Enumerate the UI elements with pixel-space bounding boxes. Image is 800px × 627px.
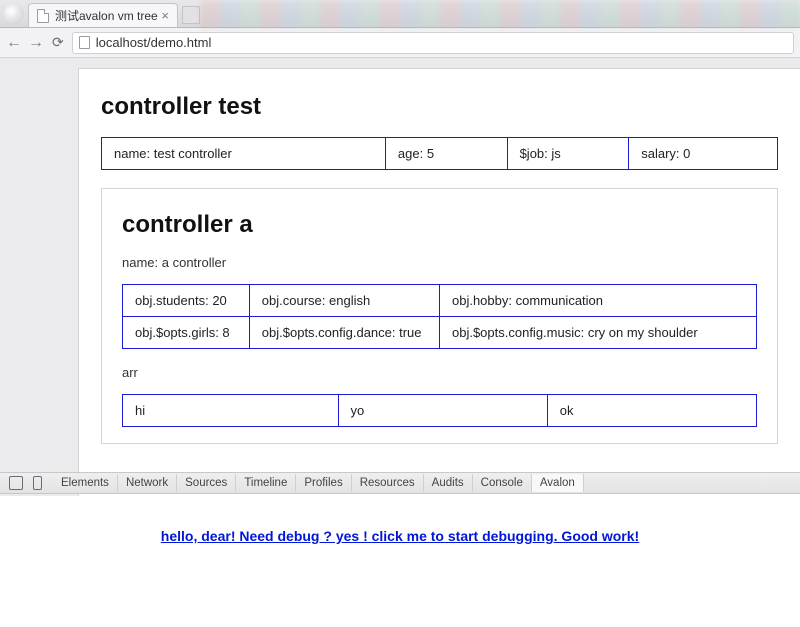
device-icon[interactable] (33, 476, 42, 490)
cell-name: name: test controller (102, 138, 386, 170)
cell-job: $job: js (507, 138, 629, 170)
cell: obj.$opts.config.dance: true (249, 317, 439, 349)
cell: yo (338, 395, 547, 427)
cell: obj.students: 20 (123, 285, 250, 317)
table-row: obj.$opts.girls: 8 obj.$opts.config.danc… (123, 317, 757, 349)
tab-profiles[interactable]: Profiles (296, 474, 351, 492)
heading-controller-test: controller test (101, 93, 778, 121)
tab-elements[interactable]: Elements (53, 474, 118, 492)
cell: hi (123, 395, 339, 427)
tab-sources[interactable]: Sources (177, 474, 236, 492)
tab-avalon[interactable]: Avalon (532, 474, 584, 492)
tab-audits[interactable]: Audits (424, 474, 473, 492)
table-row: hi yo ok (123, 395, 757, 427)
tab-timeline[interactable]: Timeline (236, 474, 296, 492)
devtools-toolbar: Elements Network Sources Timeline Profil… (0, 472, 800, 494)
heading-controller-a: controller a (122, 211, 757, 239)
controller-a-name: name: a controller (122, 255, 757, 270)
controller-test-table: name: test controller age: 5 $job: js sa… (101, 137, 778, 170)
cell: ok (547, 395, 756, 427)
devtools-panel: hello, dear! Need debug ? yes ! click me… (0, 496, 800, 627)
arr-label: arr (122, 365, 757, 380)
url-text: localhost/demo.html (96, 35, 212, 50)
cell-age: age: 5 (385, 138, 507, 170)
tab-strip: 测试avalon vm tree × (0, 0, 800, 28)
address-bar: ← → ⟳ localhost/demo.html (0, 28, 800, 58)
new-tab-button[interactable] (182, 6, 200, 24)
controller-a-block: controller a name: a controller obj.stud… (101, 188, 778, 444)
cell: obj.hobby: communication (439, 285, 756, 317)
document-icon (79, 36, 90, 49)
devtools-tabs: Elements Network Sources Timeline Profil… (53, 474, 584, 492)
close-icon[interactable]: × (161, 9, 169, 22)
browser-tab[interactable]: 测试avalon vm tree × (28, 3, 178, 27)
decorative-blur (200, 0, 800, 28)
cell-salary: salary: 0 (629, 138, 778, 170)
browser-chrome: 测试avalon vm tree × ← → ⟳ localhost/demo.… (0, 0, 800, 58)
cell: obj.$opts.girls: 8 (123, 317, 250, 349)
table-row: name: test controller age: 5 $job: js sa… (102, 138, 778, 170)
table-row: obj.students: 20 obj.course: english obj… (123, 285, 757, 317)
tab-title: 测试avalon vm tree (55, 7, 158, 24)
forward-icon[interactable]: → (28, 35, 44, 51)
page-viewport: controller test name: test controller ag… (0, 58, 800, 627)
page-icon (37, 9, 49, 23)
tab-network[interactable]: Network (118, 474, 177, 492)
tab-console[interactable]: Console (473, 474, 532, 492)
url-input[interactable]: localhost/demo.html (72, 32, 794, 54)
reload-icon[interactable]: ⟳ (52, 34, 64, 51)
nav-buttons: ← → (6, 35, 44, 51)
debug-link[interactable]: hello, dear! Need debug ? yes ! click me… (161, 528, 639, 627)
tab-resources[interactable]: Resources (352, 474, 424, 492)
cell: obj.course: english (249, 285, 439, 317)
back-icon[interactable]: ← (6, 35, 22, 51)
controller-a-obj-table: obj.students: 20 obj.course: english obj… (122, 284, 757, 349)
inspect-icon[interactable] (9, 476, 23, 490)
cell: obj.$opts.config.music: cry on my should… (439, 317, 756, 349)
controller-a-arr-table: hi yo ok (122, 394, 757, 427)
